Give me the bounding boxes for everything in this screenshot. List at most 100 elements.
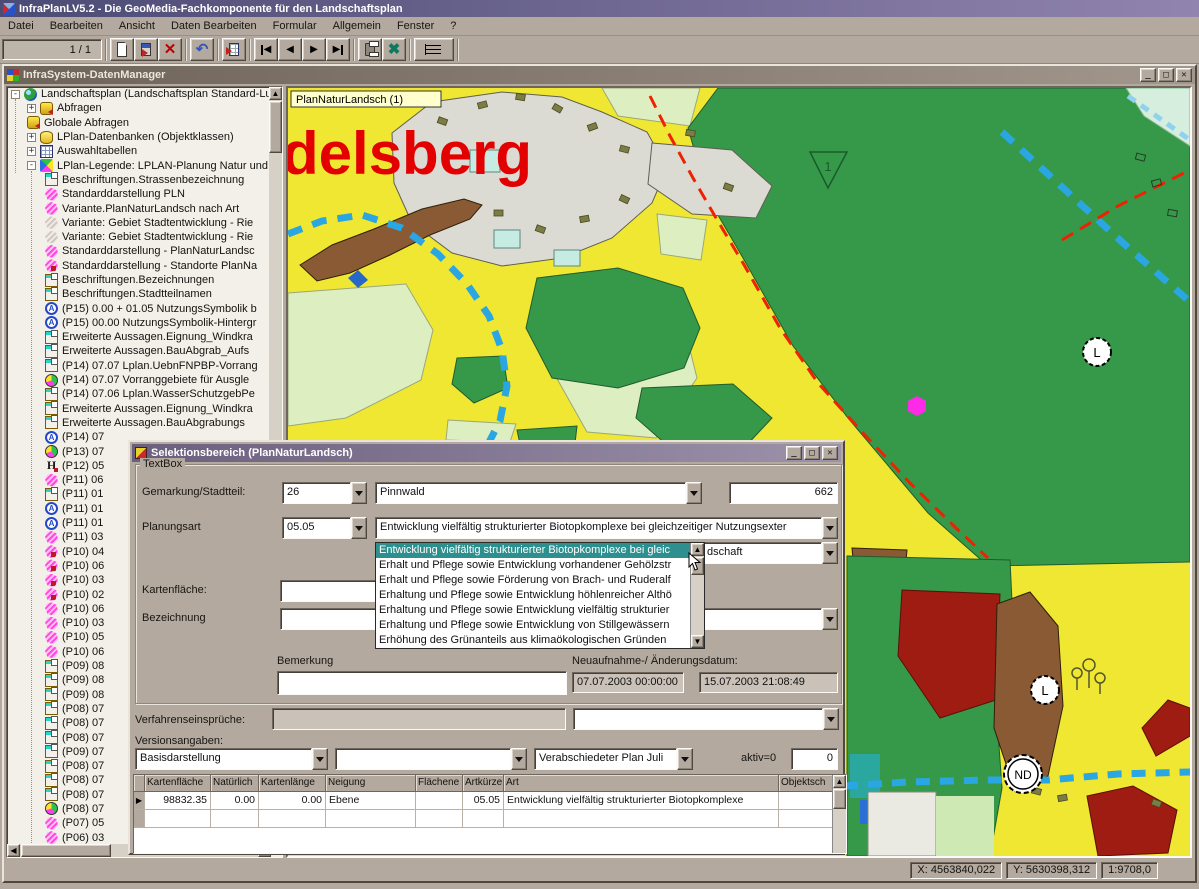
first-record-button[interactable]: ◀ [254,38,278,61]
collapse-icon[interactable]: - [11,90,20,99]
dialog-titlebar[interactable]: Selektionsbereich (PlanNaturLandsch) _ □… [132,444,841,462]
grid-column-header[interactable]: Artkürze [463,775,504,792]
expand-icon[interactable]: + [27,133,36,142]
datasheet-button[interactable] [222,38,246,61]
menu-item-datei[interactable]: Datei [0,18,42,34]
collapse-icon[interactable]: - [27,161,36,170]
tree-vscroll-thumb[interactable] [269,101,282,153]
expand-icon[interactable]: + [27,147,36,156]
grid-column-header[interactable]: Kartenlänge [259,775,326,792]
tree-item[interactable]: -LPlan-Legende: LPLAN-Planung Natur und … [7,158,271,172]
grid-cell[interactable]: 0.00 [259,792,326,810]
grid-column-header[interactable]: Neigung [326,775,416,792]
grid-cell[interactable]: 05.05 [463,792,504,810]
grid-vertical-scrollbar[interactable]: ▲ [832,775,846,853]
tree-item[interactable]: Standarddarstellung - Standorte PlanNa [7,259,271,273]
planungsart-code-combo[interactable]: 05.05 [282,517,367,539]
tree-item[interactable]: (P15) 00.00 NutzungsSymbolik-Hintergr [7,316,271,330]
menu-item-allgemein[interactable]: Allgemein [325,18,389,34]
bemerkung-field[interactable] [277,671,567,695]
row-selector-icon[interactable]: ▶ [134,792,145,810]
grid-cell[interactable] [779,792,834,810]
dropdown-item[interactable]: Erhalt und Pflege sowie Entwicklung vorh… [376,558,690,573]
tree-item[interactable]: Beschriftungen.Strassenbezeichnung [7,173,271,187]
menu-item-[interactable]: ? [442,18,464,34]
records-grid[interactable]: KartenflächeNatürlichKartenlängeNeigungF… [133,774,847,854]
tree-item[interactable]: Standarddarstellung PLN [7,187,271,201]
chevron-down-icon[interactable] [677,748,693,770]
export-excel-button[interactable]: ✖ [382,38,406,61]
dropdown-item[interactable]: Entwicklung vielfältig strukturierter Bi… [376,543,690,558]
grid-cell[interactable]: 0.00 [211,792,259,810]
dropdown-item[interactable]: Erhöhung des Grünanteils aus klimaökolog… [376,633,690,648]
tree-item[interactable]: (P14) 07.06 Lplan.WasserSchutzgebPe [7,387,271,401]
legend-manager-button[interactable] [414,38,454,61]
gemarkung-name-combo[interactable]: Pinnwald [375,482,702,504]
chevron-down-icon[interactable] [312,748,328,770]
dialog-maximize-button[interactable]: □ [804,446,820,460]
tree-hscroll-thumb[interactable] [21,844,111,857]
minimize-button[interactable]: _ [1140,68,1156,82]
dropdown-item[interactable]: Erhaltung und Pflege sowie Entwicklung v… [376,618,690,633]
tree-item[interactable]: (P14) 07.07 Lplan.UebnFNPBP-Vorrang [7,359,271,373]
grid-column-header[interactable]: Natürlich [211,775,259,792]
scroll-up-icon[interactable]: ▲ [269,87,282,100]
dialog-close-button[interactable]: ✕ [822,446,838,460]
grid-column-header[interactable]: Art [504,775,779,792]
close-button[interactable]: ✕ [1176,68,1192,82]
next-record-button[interactable]: ▶ [302,38,326,61]
grid-column-header[interactable]: Objektsch [779,775,834,792]
version-combo-3[interactable]: Verabschiedeter Plan Juli [534,748,693,770]
version-combo-2[interactable] [335,748,527,770]
last-record-button[interactable]: ▶ [326,38,350,61]
tree-item[interactable]: Erweiterte Aussagen.BauAbgrabungs [7,416,271,430]
tree-item[interactable]: Erweiterte Aussagen.BauAbgrab_Aufs [7,344,271,358]
grid-cell[interactable] [416,792,463,810]
planungsart-dropdown-list[interactable]: Entwicklung vielfältig strukturierter Bi… [375,542,705,649]
grid-column-header[interactable] [134,775,145,792]
dropdown-item[interactable]: Erhaltung und Pflege sowie Entwicklung v… [376,603,690,618]
version-combo-1[interactable]: Basisdarstellung [135,748,328,770]
tree-item[interactable]: Beschriftungen.Stadtteilnamen [7,287,271,301]
expand-icon[interactable]: + [27,104,36,113]
aktiv-field[interactable]: 0 [791,748,838,770]
tree-item[interactable]: +Auswahltabellen [7,144,271,158]
tree-item[interactable]: (P14) 07.07 Vorranggebiete für Ausgle [7,373,271,387]
scroll-up-icon[interactable]: ▲ [833,775,846,788]
previous-record-button[interactable]: ◀ [278,38,302,61]
chevron-down-icon[interactable] [822,517,838,539]
tree-item[interactable]: Erweiterte Aussagen.Eignung_Windkra [7,330,271,344]
grid-cell[interactable]: 98832.35 [145,792,211,810]
datamanager-titlebar[interactable]: InfraSystem-DatenManager _ □ ✕ [4,66,1195,84]
dropdown-item[interactable]: Erhalt und Pflege sowie Förderung von Br… [376,573,690,588]
tree-item[interactable]: +Abfragen [7,101,271,115]
grid-cell[interactable]: Entwicklung vielfältig strukturierter Bi… [504,792,779,810]
menu-item-fenster[interactable]: Fenster [389,18,442,34]
chevron-down-icon[interactable] [511,748,527,770]
gemarkung-number-field[interactable]: 662 [729,482,838,504]
tree-item[interactable]: +LPlan-Datenbanken (Objektklassen) [7,130,271,144]
tree-item[interactable]: Globale Abfragen [7,116,271,130]
menu-item-bearbeiten[interactable]: Bearbeiten [42,18,111,34]
tree-item[interactable]: -Landschaftsplan (Landschaftsplan Standa… [7,87,271,101]
delete-record-button[interactable]: ✕ [158,38,182,61]
print-button[interactable] [358,38,382,61]
undo-button[interactable]: ↶ [190,38,214,61]
tree-item[interactable]: Standarddarstellung - PlanNaturLandsc [7,244,271,258]
verfahrenseinsprueche-combo[interactable] [573,708,839,730]
menu-item-datenbearbeiten[interactable]: Daten Bearbeiten [163,18,265,34]
chevron-down-icon[interactable] [351,482,367,504]
tree-item[interactable]: (P15) 0.00 + 01.05 NutzungsSymbolik b [7,301,271,315]
chevron-down-icon[interactable] [822,608,838,630]
landschaft-combo[interactable]: dschaft [702,542,838,564]
menu-item-ansicht[interactable]: Ansicht [111,18,163,34]
planungsart-text-combo[interactable]: Entwicklung vielfältig strukturierter Bi… [375,517,838,539]
menu-item-formular[interactable]: Formular [265,18,325,34]
dropdown-item[interactable]: Erhaltung und Pflege sowie Entwicklung h… [376,588,690,603]
form-view-button[interactable] [134,38,158,61]
scroll-left-icon[interactable]: ◀ [7,844,20,857]
maximize-button[interactable]: □ [1158,68,1174,82]
grid-column-header[interactable]: Flächene [416,775,463,792]
tree-item[interactable]: Erweiterte Aussagen.Eignung_Windkra [7,402,271,416]
chevron-down-icon[interactable] [823,708,839,730]
